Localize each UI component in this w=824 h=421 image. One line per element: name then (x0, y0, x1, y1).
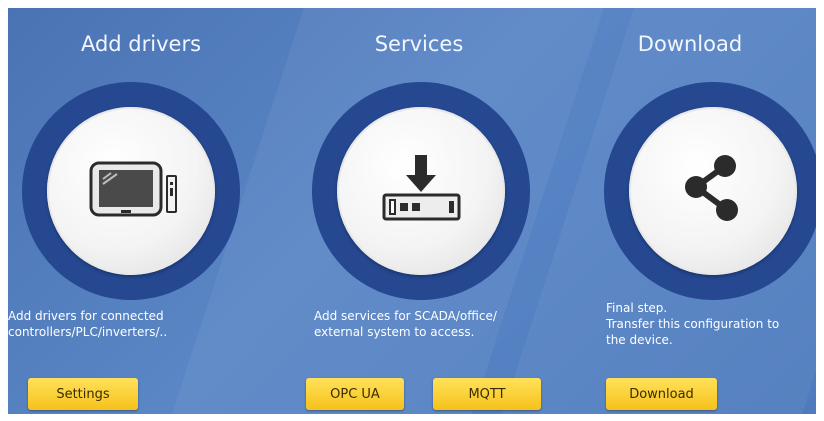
download-column: Download Final step. Transfer this confi… (564, 8, 816, 414)
add-drivers-column: Add drivers Add drivers for connected co… (8, 8, 274, 414)
description-line: Transfer this configuration to (606, 317, 780, 331)
mqtt-button[interactable]: MQTT (433, 378, 541, 410)
services-title: Services (374, 32, 464, 56)
add-drivers-description: Add drivers for connected controllers/PL… (8, 308, 167, 340)
description-line: Final step. (606, 301, 668, 315)
download-disc[interactable] (629, 107, 797, 275)
services-disc[interactable] (337, 107, 505, 275)
download-description: Final step. Transfer this configuration … (606, 300, 779, 348)
settings-button[interactable]: Settings (28, 378, 138, 410)
services-description: Add services for SCADA/office/ external … (314, 308, 497, 340)
wizard-panel: Add drivers Add drivers for connected co… (8, 8, 816, 414)
download-title: Download (637, 32, 743, 56)
add-drivers-circle (22, 82, 240, 300)
description-line: Add services for SCADA/office/ (314, 309, 497, 323)
download-circle (604, 82, 816, 300)
services-column: Services Add services for SCADA/office/ … (274, 8, 564, 414)
monitor-icon (89, 161, 177, 217)
add-drivers-disc[interactable] (47, 107, 215, 275)
description-line: controllers/PLC/inverters/.. (8, 325, 168, 339)
description-line: the device. (606, 333, 673, 347)
add-drivers-title: Add drivers (80, 32, 202, 56)
share-icon (685, 155, 738, 221)
description-line: Add drivers for connected (8, 309, 164, 323)
services-circle (312, 82, 530, 300)
download-button[interactable]: Download (606, 378, 717, 410)
download-to-device-icon (382, 155, 461, 221)
opc-ua-button[interactable]: OPC UA (306, 378, 404, 410)
description-line: external system to access. (314, 325, 475, 339)
